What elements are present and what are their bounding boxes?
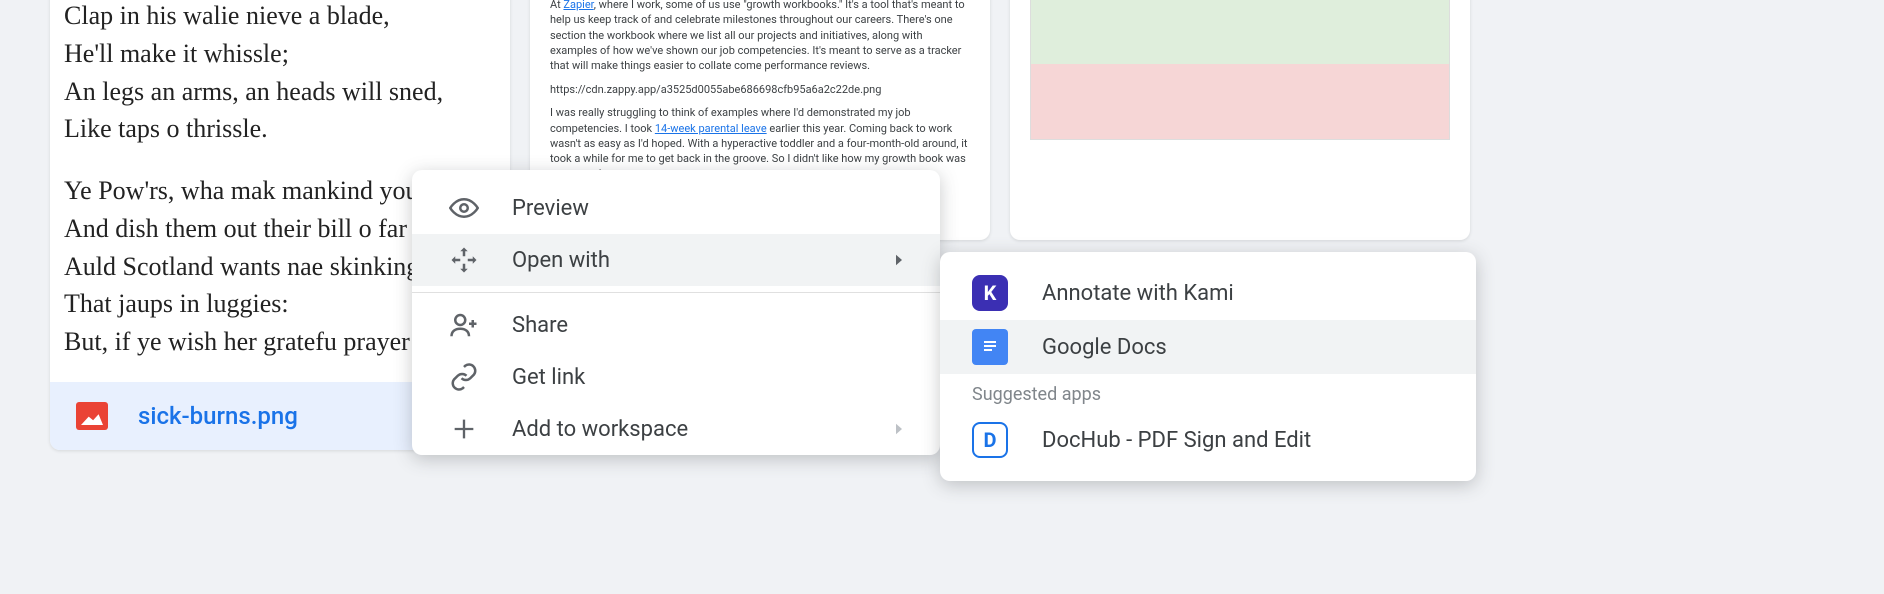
kami-app-icon: K [972,275,1008,311]
article-link: 14-week parental leave [655,122,767,135]
context-menu: Preview Open with Share Get link Add to … [412,170,940,455]
google-docs-app-icon [972,329,1008,365]
suggested-apps-label: Suggested apps [940,374,1476,413]
menu-label: Preview [512,196,589,221]
poem-blank [64,148,496,172]
menu-share[interactable]: Share [412,299,940,351]
poem-line: Clap in his walie nieve a blade, [64,0,496,35]
article-link: Zapier [563,0,593,11]
menu-get-link[interactable]: Get link [412,351,940,403]
chevron-right-icon [890,251,908,269]
person-add-icon [444,310,484,340]
image-file-icon [76,402,108,430]
article-url: https://cdn.zappy.app/a3525d0055abe68669… [550,82,970,97]
submenu-google-docs[interactable]: Google Docs [940,320,1476,374]
open-with-icon [444,245,484,275]
plus-icon [444,415,484,443]
menu-label: Get link [512,365,585,390]
menu-preview[interactable]: Preview [412,182,940,234]
submenu-kami[interactable]: K Annotate with Kami [940,266,1476,320]
menu-label: Share [512,313,568,338]
submenu-label: DocHub - PDF Sign and Edit [1042,428,1311,453]
article-paragraph: At Zapier, where I work, some of us use … [550,0,970,74]
open-with-submenu: K Annotate with Kami Google Docs Suggest… [940,252,1476,481]
menu-label: Open with [512,248,610,273]
dochub-app-icon: D [972,422,1008,458]
menu-divider [412,292,940,293]
link-icon [444,362,484,392]
menu-add-workspace[interactable]: Add to workspace [412,403,940,455]
menu-label: Add to workspace [512,417,688,442]
menu-open-with[interactable]: Open with [412,234,940,286]
submenu-label: Annotate with Kami [1042,281,1234,306]
poem-line: Like taps o thrissle. [64,110,496,148]
file-name: sick-burns.png [138,402,298,430]
spreadsheet-thumbnail [1030,0,1450,140]
eye-icon [444,193,484,223]
file-card-spreadsheet[interactable] [1010,0,1470,240]
poem-line: An legs an arms, an heads will sned, [64,73,496,111]
chevron-right-icon [890,420,908,438]
submenu-label: Google Docs [1042,335,1167,360]
submenu-dochub[interactable]: D DocHub - PDF Sign and Edit [940,413,1476,467]
poem-line: He'll make it whissle; [64,35,496,73]
